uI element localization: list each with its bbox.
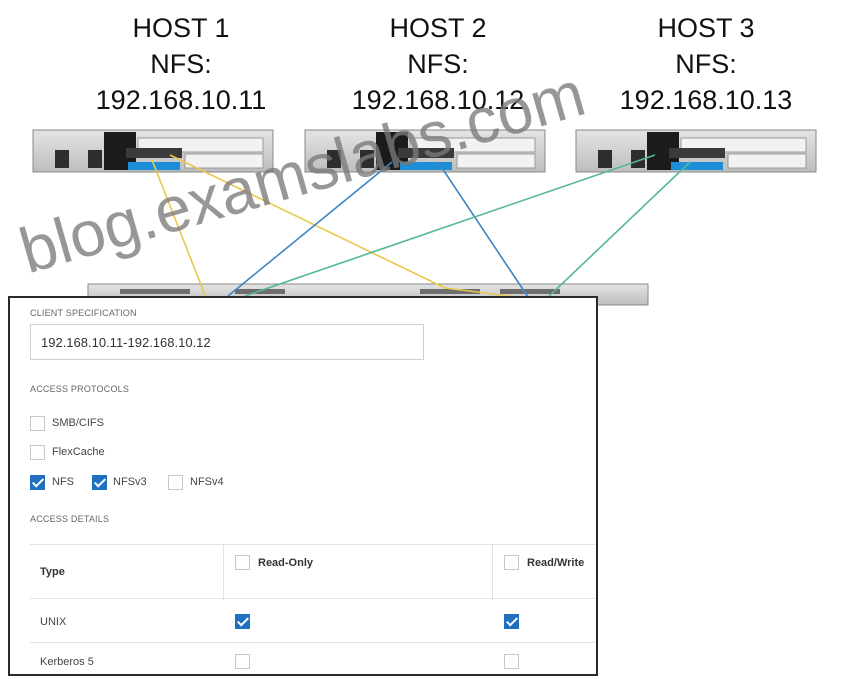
smb-cifs-label: SMB/CIFS bbox=[52, 417, 104, 429]
read-write-header-checkbox[interactable] bbox=[504, 555, 519, 570]
client-spec-input[interactable]: 192.168.10.11-192.168.10.12 bbox=[30, 324, 424, 360]
col-header-read-only: Read-Only bbox=[258, 557, 314, 569]
col-header-read-write: Read/Write bbox=[527, 557, 585, 569]
cable-green-2 bbox=[544, 161, 691, 301]
nfsv3-label: NFSv3 bbox=[113, 476, 147, 488]
access-protocols-label: ACCESS PROTOCOLS bbox=[30, 384, 130, 394]
nfsv4-label: NFSv4 bbox=[190, 476, 224, 488]
smb-cifs-checkbox[interactable] bbox=[30, 416, 45, 431]
access-details-label: ACCESS DETAILS bbox=[30, 514, 110, 524]
cable-yellow-2 bbox=[169, 154, 526, 299]
flexcache-checkbox[interactable] bbox=[30, 445, 45, 460]
server-host-2 bbox=[304, 129, 546, 173]
cable-blue-1 bbox=[227, 161, 393, 297]
nfsv4-checkbox[interactable] bbox=[168, 475, 183, 490]
nfs-checkbox[interactable] bbox=[30, 475, 45, 490]
cable-yellow-1 bbox=[151, 159, 206, 296]
read-only-header-checkbox[interactable] bbox=[235, 555, 250, 570]
client-spec-label: CLIENT SPECIFICATION bbox=[30, 308, 137, 318]
cable-green-1 bbox=[244, 154, 656, 297]
unix-read-only-checkbox[interactable] bbox=[235, 614, 250, 629]
kerberos-read-only-checkbox[interactable] bbox=[235, 654, 250, 669]
nfs-label: NFS bbox=[52, 476, 74, 488]
col-header-type: Type bbox=[40, 566, 65, 578]
unix-read-write-checkbox[interactable] bbox=[504, 614, 519, 629]
cable-blue-2 bbox=[437, 161, 531, 301]
export-rule-panel: CLIENT SPECIFICATION 192.168.10.11-192.1… bbox=[8, 296, 598, 676]
cables bbox=[151, 154, 691, 301]
nfsv3-checkbox[interactable] bbox=[92, 475, 107, 490]
server-host-3 bbox=[575, 129, 817, 173]
server-host-1 bbox=[32, 129, 274, 173]
row-type-cell: Kerberos 5 bbox=[40, 656, 94, 668]
row-type-cell: UNIX bbox=[40, 616, 67, 628]
flexcache-label: FlexCache bbox=[52, 446, 105, 458]
kerberos-read-write-checkbox[interactable] bbox=[504, 654, 519, 669]
